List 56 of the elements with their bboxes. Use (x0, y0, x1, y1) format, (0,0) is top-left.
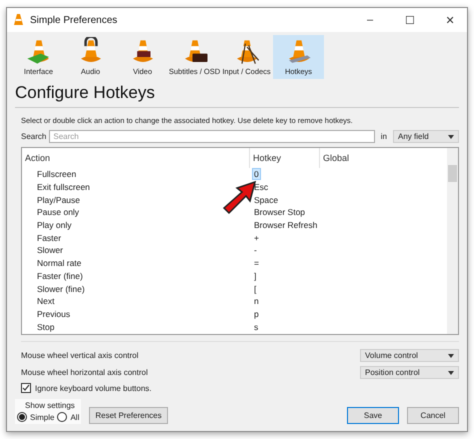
window-control[interactable]: ☐ (393, 8, 427, 32)
checkbox-label: Ignore keyboard volume buttons. (35, 384, 152, 392)
action-cell[interactable]: Pause only (37, 207, 80, 218)
hotkey-cell[interactable]: [ (252, 282, 258, 295)
hotkey-cell[interactable]: Space (252, 194, 280, 206)
reset-button[interactable]: Reset Preferences (89, 407, 168, 424)
hotkey-cell[interactable]: = (252, 257, 261, 270)
field-dropdown[interactable]: Any field (393, 130, 459, 143)
action-cell[interactable]: Play/Pause (37, 194, 80, 205)
setting-label: Mouse wheel vertical axis control (21, 351, 138, 360)
radio-label: All (70, 412, 80, 422)
hotkey-cell[interactable]: Esc (252, 181, 270, 194)
hotkey-cell[interactable]: n (252, 295, 261, 308)
action-cell[interactable]: Stop (37, 322, 54, 332)
window-control[interactable]: ✕ (433, 8, 467, 32)
action-cell[interactable]: Faster (fine) (37, 270, 83, 281)
traffic-cone-icon (13, 14, 24, 26)
hotkey-cell[interactable]: Browser Refresh (252, 219, 320, 232)
column-header[interactable]: Global (320, 148, 440, 168)
action-cell[interactable]: Exit fullscreen (37, 182, 90, 192)
page-heading: Configure Hotkeys (15, 83, 156, 103)
hotkey-cell[interactable]: - (252, 244, 259, 256)
hotkey-cell[interactable]: s (252, 320, 260, 333)
action-cell[interactable]: Play only (37, 220, 72, 230)
column-header[interactable]: Action (22, 148, 250, 168)
hotkey-cell[interactable]: ] (252, 270, 258, 282)
hotkey-cell[interactable]: 0 (252, 168, 261, 180)
caret-icon (448, 370, 454, 374)
action-cell[interactable]: Normal rate (37, 258, 82, 268)
action-cell[interactable]: Slower (fine) (37, 284, 85, 294)
search-field[interactable]: Search (49, 130, 375, 143)
action-cell[interactable]: Faster (37, 232, 62, 243)
save-button[interactable]: Save (347, 407, 399, 424)
in-label: in (380, 132, 387, 141)
hotkey-cell[interactable]: p (252, 308, 261, 320)
caret-icon (448, 134, 454, 138)
search-label: Search (21, 132, 46, 141)
cancel-button[interactable]: Cancel (407, 407, 459, 424)
caret-icon (448, 354, 454, 358)
scrollbar[interactable] (447, 148, 458, 334)
action-cell[interactable]: Next (37, 296, 54, 306)
window-control[interactable]: – (353, 8, 387, 32)
radio-button[interactable] (57, 412, 68, 422)
setting-dropdown[interactable]: Position control (360, 366, 459, 379)
checkbox[interactable] (21, 383, 31, 393)
group-label: Show settings (25, 401, 75, 410)
action-cell[interactable]: Fullscreen (37, 169, 76, 180)
window-title: Simple Preferences (30, 14, 118, 26)
setting-label: Mouse wheel horizontal axis control (21, 368, 148, 377)
radio-button[interactable] (17, 412, 27, 422)
hotkey-cell[interactable]: + (252, 232, 261, 244)
setting-dropdown[interactable]: Volume control (360, 349, 459, 362)
hotkey-cell[interactable]: Browser Stop (252, 206, 308, 218)
action-cell[interactable]: Slower (37, 245, 63, 256)
radio-label: Simple (30, 412, 54, 422)
action-cell[interactable]: Previous (37, 308, 70, 319)
